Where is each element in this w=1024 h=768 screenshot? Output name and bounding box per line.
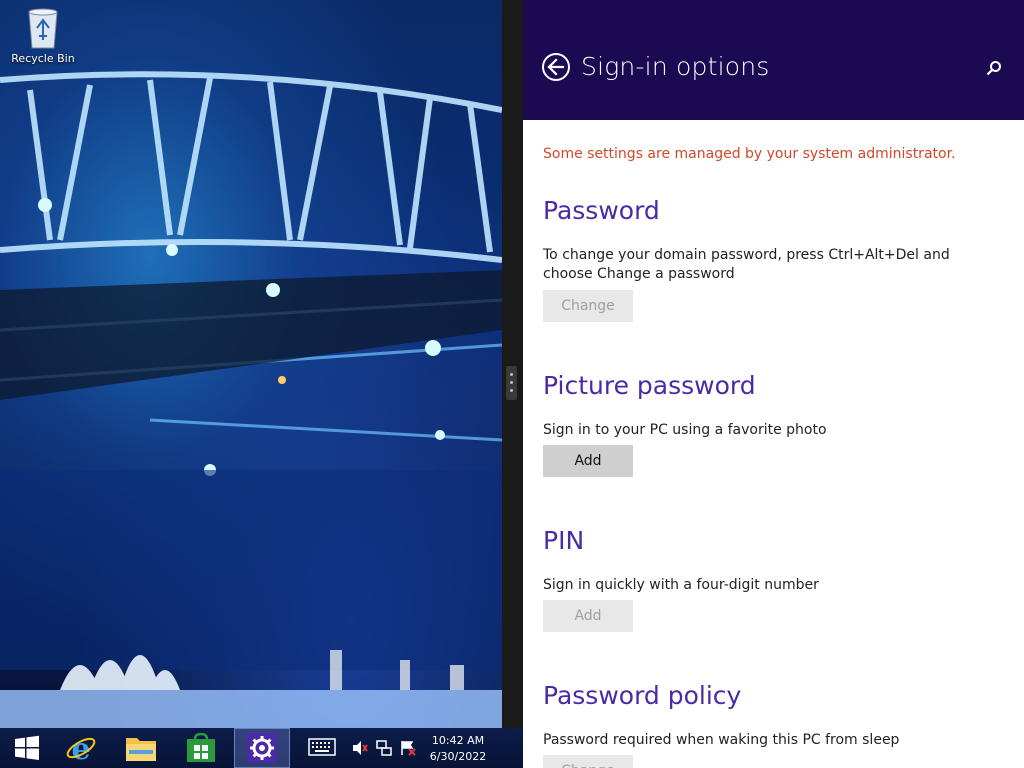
taskbar: e 10:42 AM 6/30/2022 bbox=[0, 728, 523, 768]
clock-date: 6/30/2022 bbox=[429, 750, 487, 763]
settings-pane: Sign-in options Some settings are manage… bbox=[523, 0, 1024, 768]
desktop-wallpaper: Recycle Bin bbox=[0, 0, 502, 728]
action-center-button[interactable] bbox=[400, 740, 416, 760]
pc-settings-button[interactable] bbox=[234, 728, 290, 768]
svg-text:e: e bbox=[71, 732, 90, 764]
password-policy-section-description: Password required when waking this PC fr… bbox=[543, 732, 900, 748]
picture-password-section-title: Picture password bbox=[543, 371, 756, 400]
volume-button[interactable] bbox=[352, 740, 368, 760]
network-icon bbox=[376, 740, 392, 756]
change-password-policy-button[interactable]: Change bbox=[543, 755, 633, 768]
store-button[interactable] bbox=[174, 728, 228, 768]
password-section-title: Password bbox=[543, 196, 660, 225]
windows-logo-icon bbox=[15, 735, 39, 760]
wallpaper-bridge-image bbox=[0, 71, 502, 728]
back-arrow-icon bbox=[547, 58, 565, 76]
clock-time: 10:42 AM bbox=[431, 734, 485, 747]
page-title: Sign-in options bbox=[581, 52, 770, 81]
action-center-flag-icon bbox=[401, 741, 416, 756]
start-button[interactable] bbox=[0, 728, 54, 768]
recycle-bin-shortcut[interactable]: Recycle Bin bbox=[8, 6, 78, 65]
password-policy-section-title: Password policy bbox=[543, 681, 742, 710]
taskbar-clock[interactable]: 10:42 AM 6/30/2022 bbox=[426, 733, 490, 765]
touch-keyboard-button[interactable] bbox=[308, 738, 336, 760]
pin-section-title: PIN bbox=[543, 526, 585, 555]
volume-muted-icon bbox=[353, 741, 368, 755]
admin-notice: Some settings are managed by your system… bbox=[543, 146, 956, 162]
pin-section-description: Sign in quickly with a four-digit number bbox=[543, 577, 819, 593]
picture-password-section-description: Sign in to your PC using a favorite phot… bbox=[543, 422, 827, 438]
store-icon bbox=[187, 733, 215, 762]
file-explorer-button[interactable] bbox=[114, 728, 168, 768]
search-button[interactable] bbox=[986, 60, 1002, 80]
recycle-bin-label: Recycle Bin bbox=[11, 52, 75, 65]
internet-explorer-button[interactable]: e bbox=[54, 728, 108, 768]
add-picture-password-button[interactable]: Add bbox=[543, 445, 633, 477]
add-pin-button[interactable]: Add bbox=[543, 600, 633, 632]
splitter-handle[interactable] bbox=[506, 366, 517, 400]
recycle-bin-icon bbox=[28, 8, 58, 49]
network-button[interactable] bbox=[376, 740, 392, 760]
gear-icon bbox=[247, 733, 277, 763]
touch-keyboard-icon bbox=[308, 738, 336, 756]
app-splitter[interactable] bbox=[502, 0, 523, 728]
password-section-description: To change your domain password, press Ct… bbox=[543, 247, 950, 282]
folder-icon bbox=[126, 738, 156, 761]
internet-explorer-icon: e bbox=[66, 732, 96, 764]
search-icon bbox=[986, 61, 1001, 76]
back-button[interactable] bbox=[542, 53, 570, 81]
change-password-button[interactable]: Change bbox=[543, 290, 633, 322]
settings-header: Sign-in options bbox=[523, 0, 1024, 120]
